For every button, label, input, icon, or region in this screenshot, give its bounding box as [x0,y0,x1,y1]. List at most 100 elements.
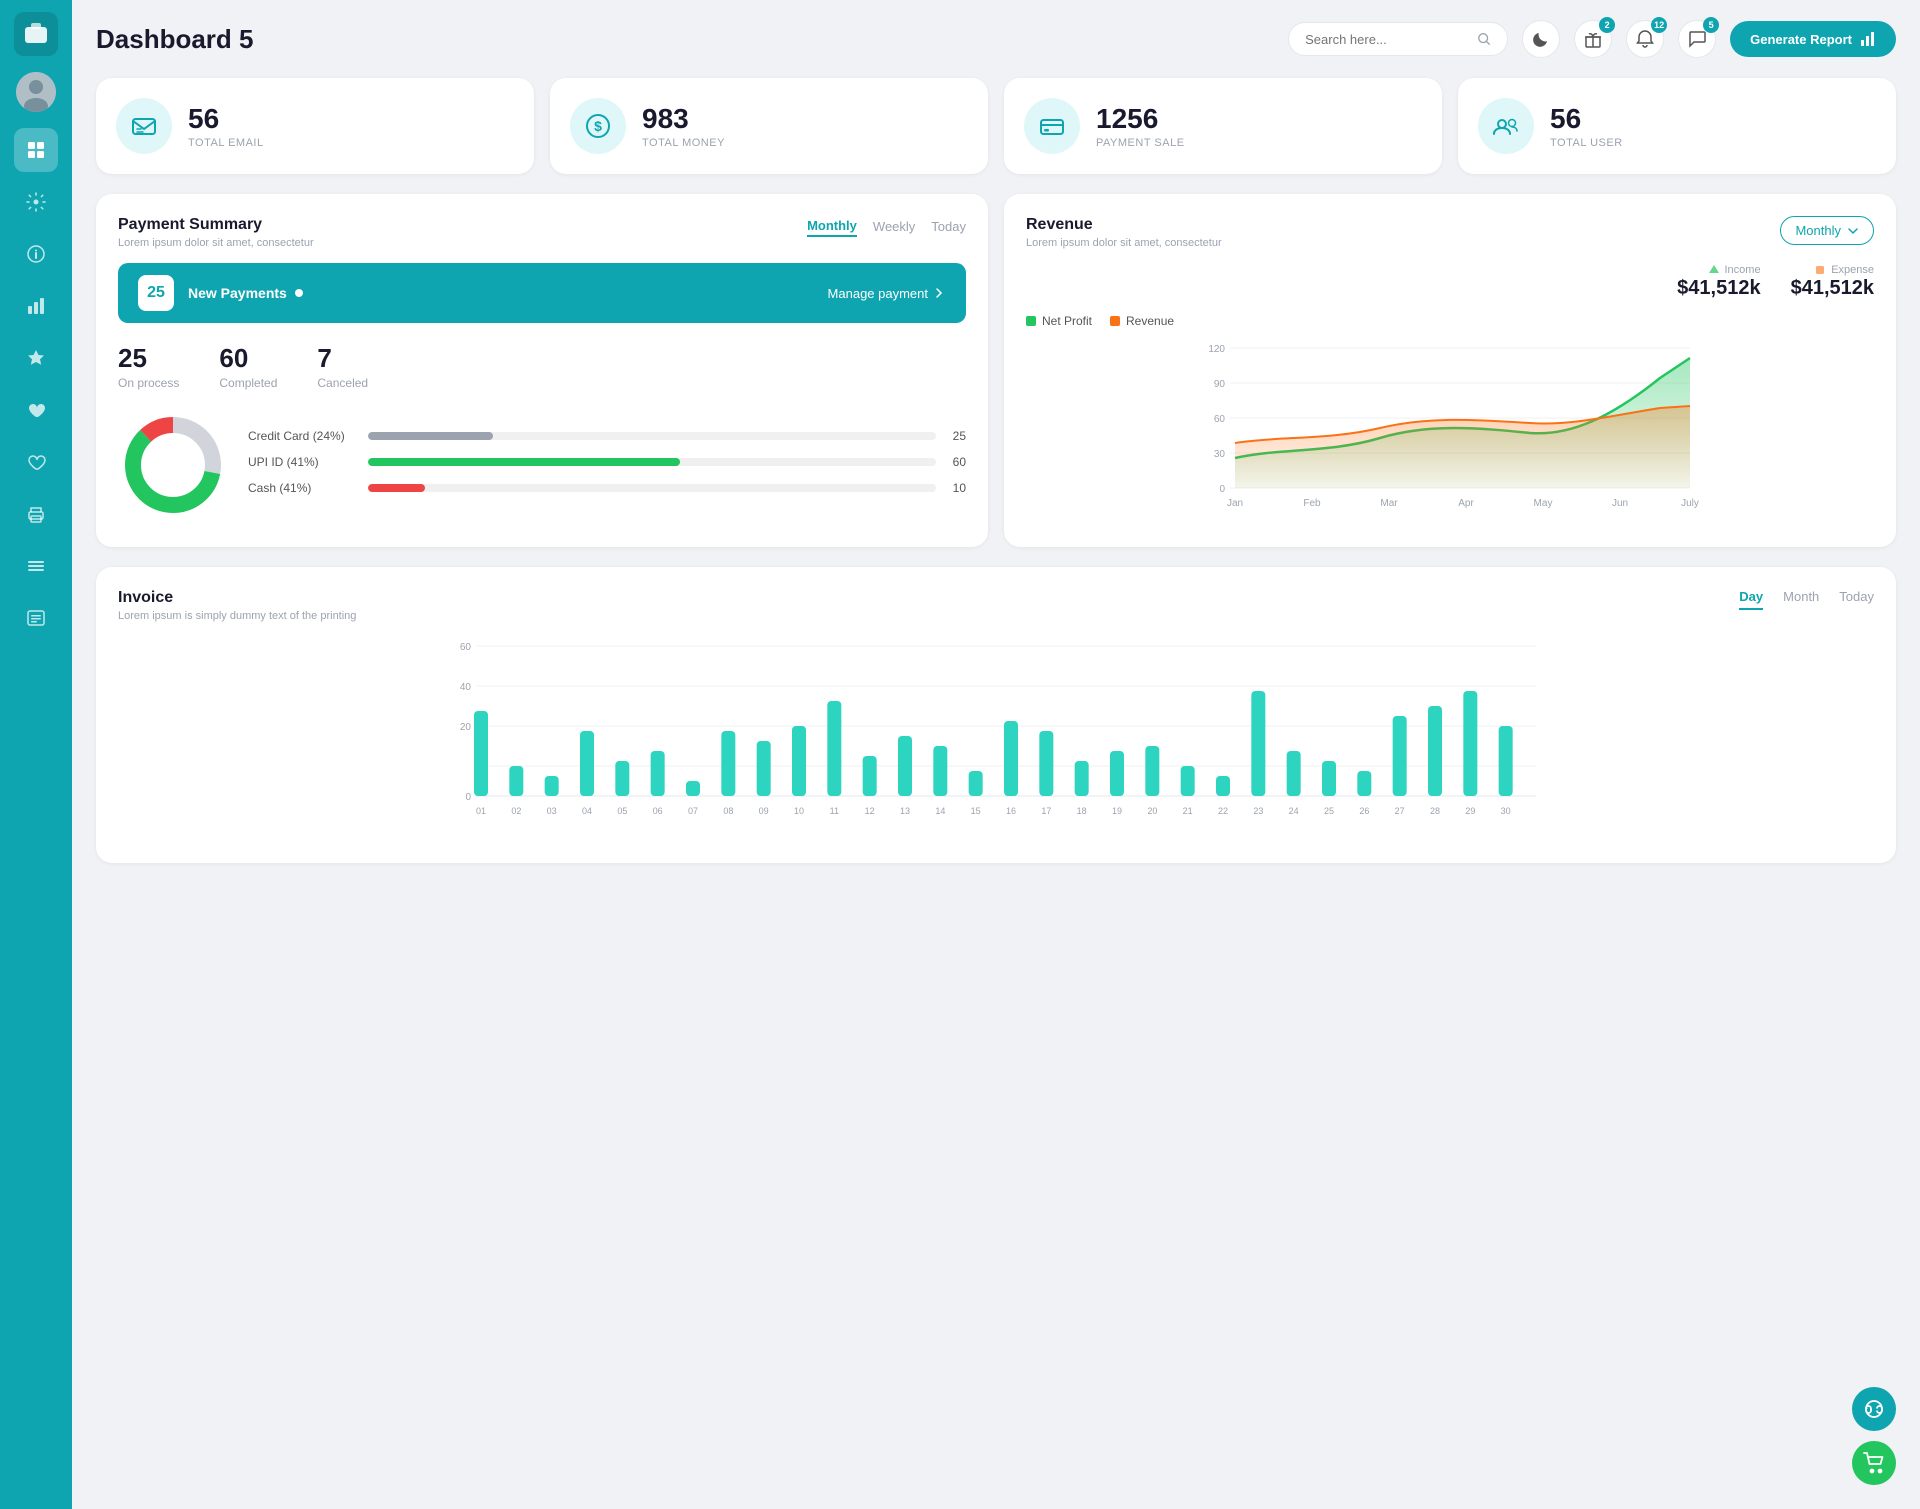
cart-float-button[interactable] [1852,1441,1896,1485]
invoice-x-label: 08 [723,806,733,816]
stat-icon-payment [1024,98,1080,154]
sidebar-item-list[interactable] [14,596,58,640]
avatar[interactable] [16,72,56,112]
invoice-tab-today[interactable]: Today [1839,589,1874,610]
invoice-bar [1075,761,1089,796]
invoice-bar [1499,726,1513,796]
moon-icon [1532,30,1550,48]
svg-text:20: 20 [460,722,472,733]
search-input[interactable] [1305,32,1469,47]
invoice-bar [651,751,665,796]
search-icon [1477,31,1491,47]
gift-button[interactable]: 2 [1574,20,1612,58]
revenue-title-group: Revenue Lorem ipsum dolor sit amet, cons… [1026,216,1222,249]
tab-weekly[interactable]: Weekly [873,217,915,236]
invoice-x-label: 11 [830,806,839,816]
svg-text:May: May [1534,498,1553,509]
manage-payment-link[interactable]: Manage payment [828,286,946,301]
sidebar-item-settings[interactable] [14,180,58,224]
svg-text:30: 30 [1214,449,1226,460]
invoice-x-label: 01 [476,806,486,816]
chat-badge: 5 [1703,17,1719,33]
invoice-tab-month[interactable]: Month [1783,589,1819,610]
search-box[interactable] [1288,22,1508,56]
invoice-x-label: 20 [1147,806,1157,816]
invoice-bar [1251,691,1265,796]
invoice-x-label: 25 [1324,806,1334,816]
invoice-bar [615,761,629,796]
stat-info-email: 56 TOTAL EMAIL [188,103,264,149]
invoice-x-label: 18 [1077,806,1087,816]
payment-bars: Credit Card (24%) 25 UPI ID (41%) 60 [248,429,966,507]
invoice-subtitle: Lorem ipsum is simply dummy text of the … [118,610,356,622]
invoice-title-group: Invoice Lorem ipsum is simply dummy text… [118,589,356,622]
svg-text:90: 90 [1214,379,1226,390]
sidebar-logo[interactable] [14,12,58,56]
invoice-x-label: 15 [971,806,981,816]
revenue-chart: 120 90 60 30 0 [1026,338,1874,523]
page-title: Dashboard 5 [96,24,254,55]
sidebar-item-star[interactable] [14,336,58,380]
headphone-icon [1863,1398,1885,1420]
bar-chart-icon [1860,31,1876,47]
bar-row-creditcard: Credit Card (24%) 25 [248,429,966,443]
sidebar-item-heart2[interactable] [14,440,58,484]
expense-value: $41,512k [1791,277,1874,300]
bar-fill-creditcard [368,432,493,440]
invoice-bar [1216,776,1230,796]
gift-icon [1584,30,1602,48]
payment-summary-title-group: Payment Summary Lorem ipsum dolor sit am… [118,216,314,249]
support-float-button[interactable] [1852,1387,1896,1431]
stat-info-payment: 1256 PAYMENT SALE [1096,103,1185,149]
dark-mode-button[interactable] [1522,20,1560,58]
stats-grid: 56 TOTAL EMAIL $ 983 TOTAL MONEY [96,78,1896,174]
svg-text:Feb: Feb [1303,498,1321,509]
bell-button[interactable]: 12 [1626,20,1664,58]
invoice-tab-day[interactable]: Day [1739,589,1763,610]
tab-monthly[interactable]: Monthly [807,216,857,237]
sidebar-item-print[interactable] [14,492,58,536]
invoice-x-label: 21 [1183,806,1193,816]
sidebar-item-heart[interactable] [14,388,58,432]
svg-text:Jan: Jan [1227,498,1243,509]
stat-completed: 60 Completed [219,343,277,390]
invoice-x-label: 30 [1501,806,1511,816]
bell-icon [1636,30,1654,48]
invoice-bar [509,766,523,796]
sidebar-item-info[interactable] [14,232,58,276]
stat-label-user: TOTAL USER [1550,137,1623,149]
chevron-down-icon [1847,225,1859,237]
stat-icon-user [1478,98,1534,154]
invoice-x-labels: 0102030405060708091011121314151617181920… [476,806,1511,816]
stat-label-email: TOTAL EMAIL [188,137,264,149]
stat-card-money: $ 983 TOTAL MONEY [550,78,988,174]
invoice-bar [933,746,947,796]
invoice-bar [1039,731,1053,796]
revenue-monthly-dropdown[interactable]: Monthly [1780,216,1874,245]
stat-card-email: 56 TOTAL EMAIL [96,78,534,174]
generate-report-button[interactable]: Generate Report [1730,21,1896,57]
bell-badge: 12 [1651,17,1667,33]
chat-icon [1688,30,1706,48]
svg-text:120: 120 [1208,344,1225,355]
svg-text:40: 40 [460,682,472,693]
sidebar [0,0,72,1509]
invoice-bar [1463,691,1477,796]
invoice-bar [1357,771,1371,796]
sidebar-item-dashboard[interactable] [14,128,58,172]
legend-revenue: Revenue [1110,314,1174,328]
sidebar-item-menu[interactable] [14,544,58,588]
floating-buttons [1852,1387,1896,1485]
svg-text:60: 60 [460,642,472,653]
invoice-bar [792,726,806,796]
tab-today[interactable]: Today [931,217,966,236]
stat-on-process: 25 On process [118,343,179,390]
invoice-bar [757,741,771,796]
sidebar-item-chart[interactable] [14,284,58,328]
chat-button[interactable]: 5 [1678,20,1716,58]
header: Dashboard 5 2 [96,20,1896,58]
svg-text:July: July [1681,498,1699,509]
invoice-bar [863,756,877,796]
new-payment-banner: 25 New Payments Manage payment [118,263,966,323]
invoice-x-label: 16 [1006,806,1016,816]
